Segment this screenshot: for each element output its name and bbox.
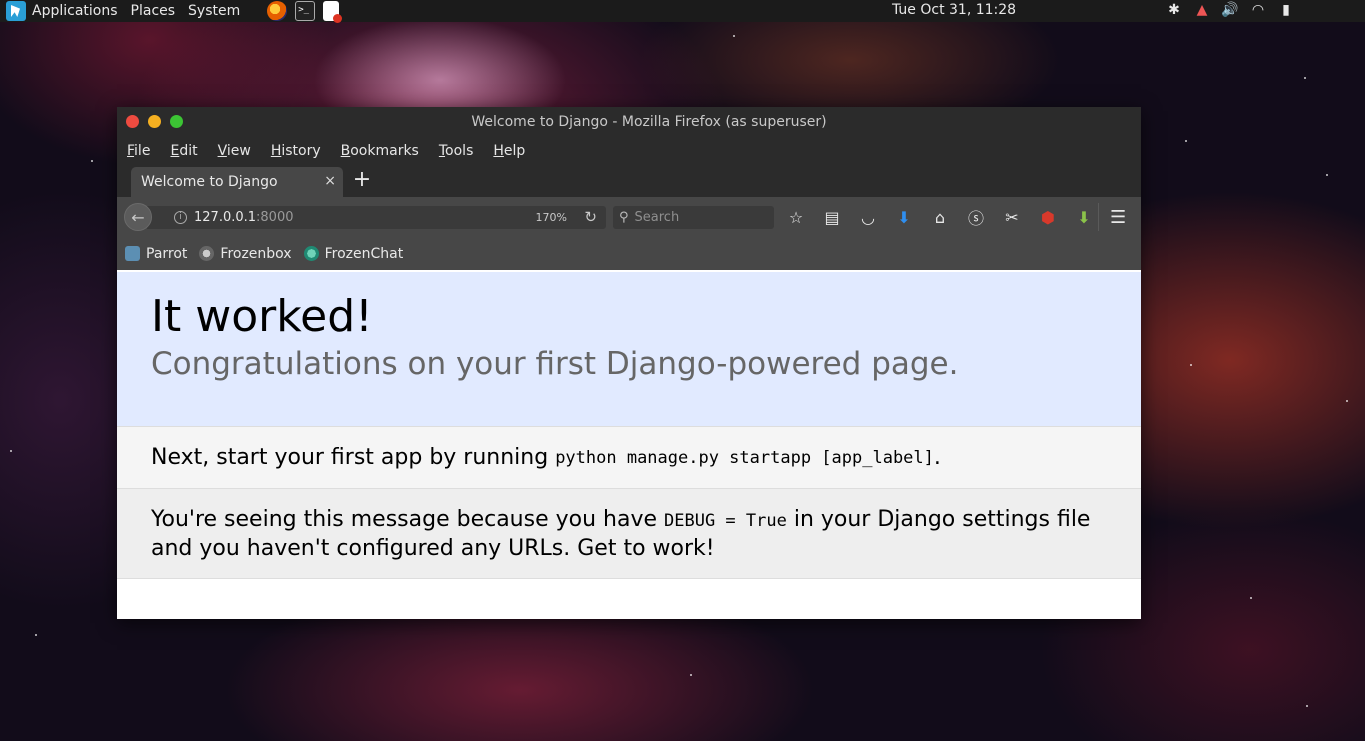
next-steps-text: Next, start your first app by running [151,445,556,470]
tab-strip: Welcome to Django × + [117,166,1141,197]
document-launcher-icon[interactable] [323,1,343,23]
top-panel: Applications Places System Tue Oct 31, 1… [0,0,1365,23]
panel-menu-system[interactable]: System [188,3,240,19]
ublock-icon[interactable]: ⬢ [1037,207,1059,227]
star [1304,77,1306,79]
window-titlebar[interactable]: Welcome to Django - Mozilla Firefox (as … [117,107,1141,136]
menu-bar: File Edit View History Bookmarks Tools H… [117,136,1141,166]
menu-file[interactable]: File [127,143,150,159]
parrot-logo-icon[interactable] [6,1,26,21]
tab-close-icon[interactable]: × [324,173,336,189]
bookmark-frozenchat[interactable]: FrozenChat [303,245,404,262]
menu-view[interactable]: View [218,143,251,159]
menu-bookmarks[interactable]: Bookmarks [341,143,419,159]
star [10,450,12,452]
terminal-launcher-icon[interactable] [295,1,316,21]
star [733,35,735,37]
site-info-icon[interactable]: i [174,211,187,224]
firefox-window: Welcome to Django - Mozilla Firefox (as … [117,107,1141,619]
extension-s-icon[interactable]: ⓢ [965,207,987,228]
panel-menu-applications[interactable]: Applications [32,3,118,19]
window-close-button[interactable] [126,115,139,128]
new-tab-button[interactable]: + [350,167,374,192]
startapp-command: python manage.py startapp [app_label] [555,447,934,468]
star [1306,705,1308,707]
bookmark-label: FrozenChat [324,245,404,262]
search-input[interactable]: ⚲ Search [613,206,774,229]
bookmark-star-icon[interactable]: ☆ [785,207,807,227]
menu-edit[interactable]: Edit [170,143,197,159]
debug-explanation: You're seeing this message because you h… [117,489,1141,579]
hero-section: It worked! Congratulations on your first… [117,272,1141,427]
navigation-toolbar: i 127.0.0.1 :8000 170% ↻ ← ⚲ Search ☆ ▤ … [117,197,1141,237]
bookmark-label: Frozenbox [220,245,292,262]
search-icon: ⚲ [619,210,629,225]
wifi-icon[interactable]: ◠ [1249,2,1267,18]
frozenbox-favicon-icon [199,246,215,261]
bluetooth-icon[interactable]: ✱ [1165,2,1183,18]
window-minimize-button[interactable] [148,115,161,128]
star [1190,364,1192,366]
url-port: :8000 [256,210,294,225]
parrot-favicon-icon [125,246,140,261]
debug-text-pre: You're seeing this message because you h… [151,507,665,532]
star [1346,400,1348,402]
downloads-icon[interactable]: ⬇ [893,207,915,227]
page-title: It worked! [151,291,373,342]
panel-clock[interactable]: Tue Oct 31, 11:28 [892,2,1016,18]
window-title: Welcome to Django - Mozilla Firefox (as … [471,113,827,130]
url-bar[interactable]: i 127.0.0.1 :8000 170% ↻ [147,206,606,229]
star [1326,174,1328,176]
tab-label: Welcome to Django [141,174,278,190]
system-tray: ✱ ▲ 🔊 ◠ ▮ [1165,2,1295,18]
extension-scissors-icon[interactable]: ✂ [1001,207,1023,227]
hamburger-menu-icon[interactable]: ☰ [1110,207,1126,228]
battery-icon[interactable]: ▮ [1277,2,1295,18]
window-maximize-button[interactable] [170,115,183,128]
home-icon[interactable]: ⌂ [929,207,951,227]
star [35,634,37,636]
bookmark-label: Parrot [146,245,188,262]
back-button[interactable]: ← [124,203,152,231]
toolbar-icons: ☆ ▤ ◡ ⬇ ⌂ ⓢ ✂ ⬢ ⬇ [785,207,1095,229]
debug-setting-code: DEBUG = True [664,511,787,531]
panel-menu-places[interactable]: Places [131,3,176,19]
page-subtitle: Congratulations on your first Django-pow… [151,346,959,382]
search-placeholder: Search [634,210,680,225]
page-content: It worked! Congratulations on your first… [117,272,1141,619]
menu-tools[interactable]: Tools [439,143,474,159]
firefox-launcher-icon[interactable] [267,1,288,21]
bookmark-parrot[interactable]: Parrot [125,246,187,262]
menu-help[interactable]: Help [493,143,525,159]
reload-icon[interactable]: ↻ [584,208,597,226]
star [690,674,692,676]
arrow-left-icon: ← [131,207,145,227]
update-warning-icon[interactable]: ▲ [1193,2,1211,18]
star [91,160,93,162]
star [1250,597,1252,599]
toolbar-separator [1098,203,1099,231]
menu-history[interactable]: History [271,143,321,159]
url-host: 127.0.0.1 [194,210,257,225]
tab-welcome-to-django[interactable]: Welcome to Django × [131,167,343,197]
download-helper-icon[interactable]: ⬇ [1073,207,1095,227]
zoom-level[interactable]: 170% [536,211,567,224]
frozenchat-favicon-icon [303,246,319,261]
next-steps-section: Next, start your first app by running py… [117,427,1141,489]
bookmark-frozenbox[interactable]: Frozenbox [199,245,292,262]
star [1185,140,1187,142]
pocket-icon[interactable]: ◡ [857,207,879,227]
reader-list-icon[interactable]: ▤ [821,207,843,227]
bookmarks-toolbar: Parrot Frozenbox FrozenChat [117,237,1141,270]
next-steps-period: . [933,445,941,470]
volume-icon[interactable]: 🔊 [1221,2,1239,18]
